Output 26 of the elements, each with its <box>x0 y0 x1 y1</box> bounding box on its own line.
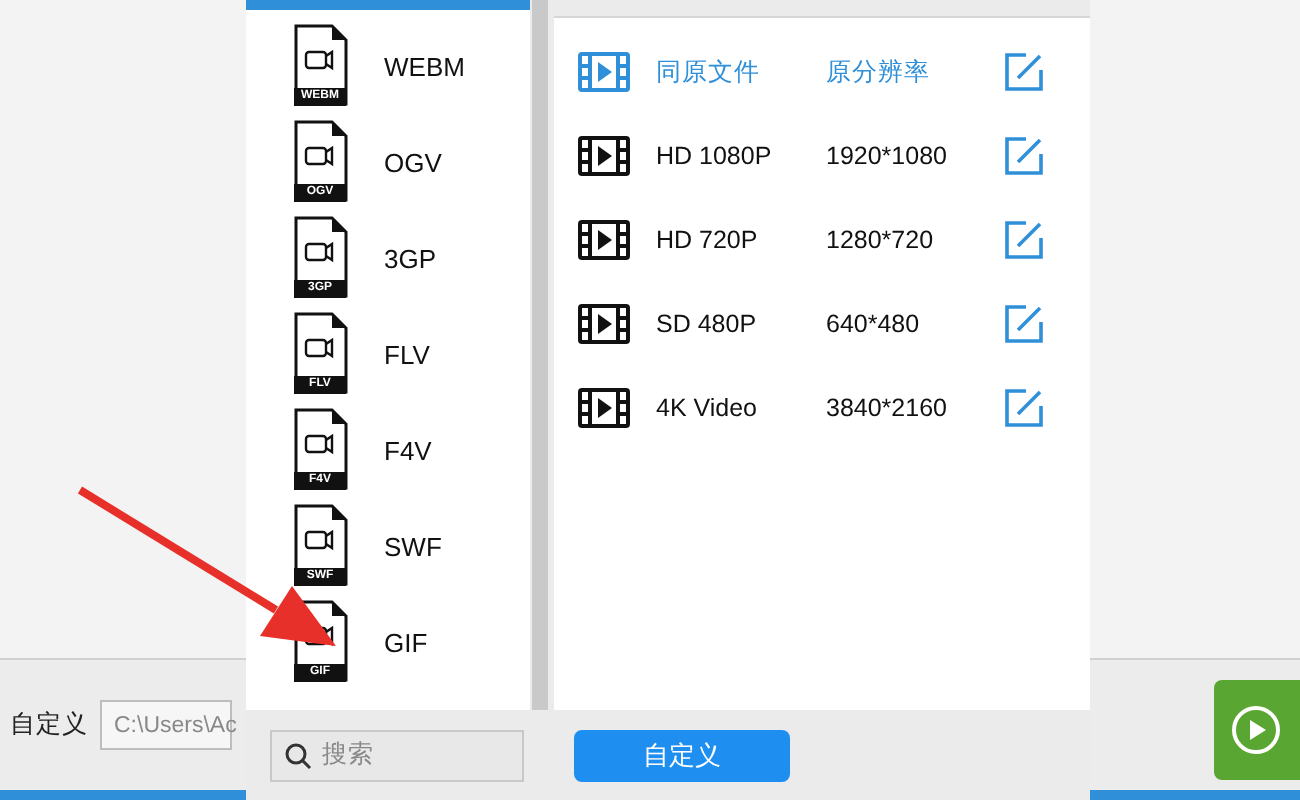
edit-icon[interactable] <box>1004 388 1044 428</box>
edit-icon[interactable] <box>1004 136 1044 176</box>
format-item[interactable]: WEBM <box>384 51 465 81</box>
preset-name[interactable]: HD 720P <box>656 226 826 254</box>
convert-button[interactable] <box>1214 680 1300 780</box>
format-item[interactable]: 3GP <box>384 243 437 273</box>
resolution-text: 640*480 <box>826 310 922 338</box>
format-item[interactable]: SWF <box>384 531 442 561</box>
resolution-text: 1920*1080 <box>826 142 949 170</box>
format-item[interactable]: OGV <box>384 147 442 177</box>
format-item[interactable]: GIF <box>384 627 428 657</box>
scrollbar[interactable] <box>532 0 548 710</box>
edit-icon[interactable] <box>1004 52 1044 92</box>
resolution-text: 3840*2160 <box>826 394 949 422</box>
custom-label: 自定义 <box>10 708 88 742</box>
resolution-text: 1280*720 <box>826 226 936 254</box>
search-icon <box>284 741 312 769</box>
preset-name[interactable]: HD 1080P <box>656 142 826 170</box>
edit-icon[interactable] <box>1004 304 1044 344</box>
format-item[interactable]: F4V <box>384 435 432 465</box>
format-item[interactable]: FLV <box>384 339 430 369</box>
resolution-text: 原分辨率 <box>826 55 932 89</box>
preset-name[interactable]: SD 480P <box>656 310 826 338</box>
play-icon <box>1230 704 1282 756</box>
edit-icon[interactable] <box>1004 220 1044 260</box>
preset-name[interactable]: 4K Video <box>656 394 826 422</box>
